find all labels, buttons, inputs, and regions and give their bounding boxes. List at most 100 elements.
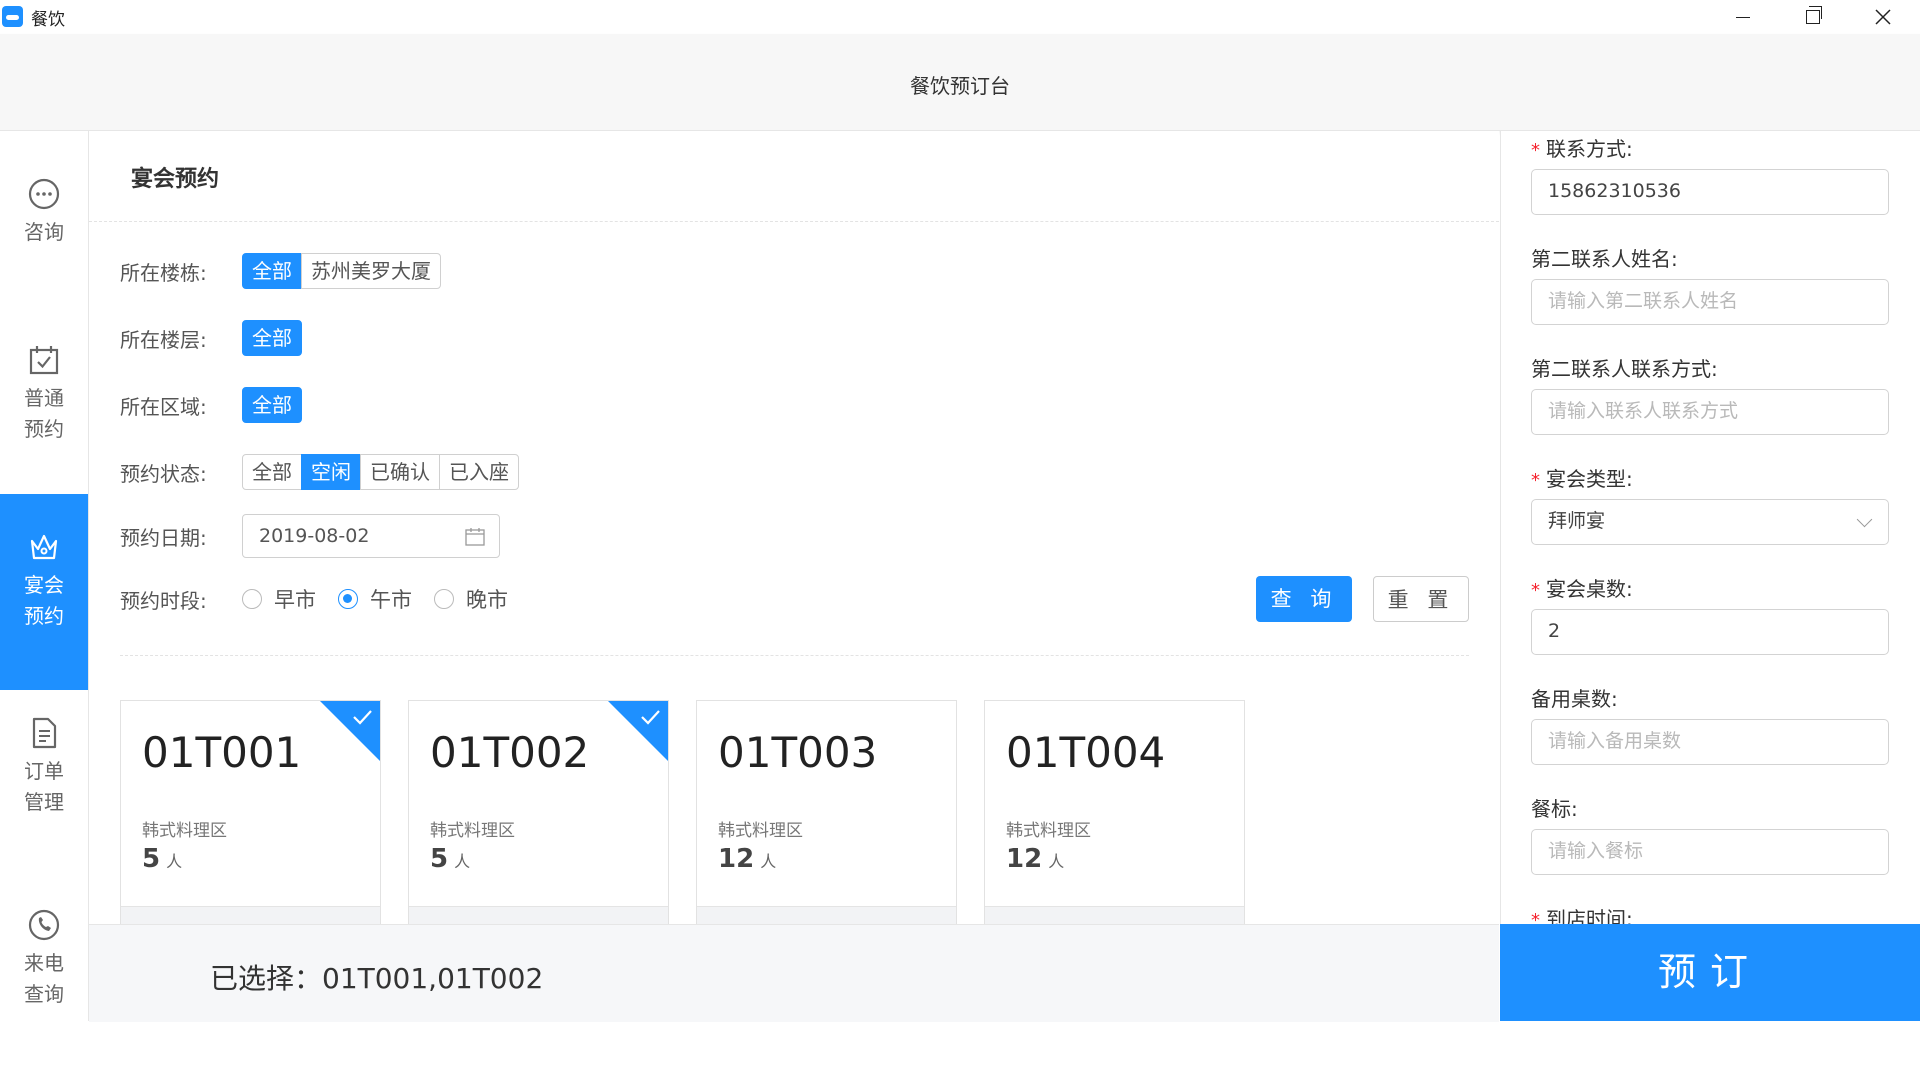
table-count-label: * 宴会桌数: — [1531, 573, 1633, 602]
filter-date: 预约日期: 2019-08-02 — [120, 514, 500, 558]
second-contact-input[interactable]: 请输入联系人联系方式 — [1531, 389, 1889, 435]
meal-standard-label: 餐标: — [1531, 797, 1578, 821]
radio-button-selected[interactable] — [338, 589, 358, 609]
contact-input[interactable]: 15862310536 — [1531, 169, 1889, 215]
calendar-check-icon — [29, 346, 59, 375]
table-code: 01T003 — [718, 728, 878, 777]
sidebar-item-label: 宴会预约 — [24, 573, 64, 628]
close-icon — [1875, 9, 1891, 25]
date-picker[interactable]: 2019-08-02 — [242, 514, 500, 558]
floor-option-all[interactable]: 全部 — [242, 320, 302, 356]
status-option-seated[interactable]: 已入座 — [439, 454, 519, 490]
filter-label: 预约时段: — [120, 588, 207, 613]
second-contact-label: 第二联系人联系方式: — [1531, 357, 1718, 381]
table-area: 韩式料理区 — [142, 821, 227, 841]
window-titlebar: 餐饮 — [0, 0, 1920, 34]
table-card[interactable]: 01T002 韩式料理区 5人 — [408, 700, 669, 932]
restore-button[interactable] — [1790, 0, 1836, 34]
selected-check-icon — [320, 701, 380, 761]
sidebar-item-order-management[interactable]: 订单管理 — [0, 690, 88, 886]
status-option-free[interactable]: 空闲 — [301, 454, 361, 490]
table-card[interactable]: 01T003 韩式料理区 12 人 — [696, 700, 957, 932]
selected-check-icon — [608, 701, 668, 761]
radio-label: 早市 — [274, 588, 316, 612]
close-button[interactable] — [1860, 0, 1906, 34]
phone-icon — [28, 909, 60, 941]
period-radio-morning[interactable]: 早市 — [242, 584, 316, 614]
arrival-time-label: * 到店时间: — [1531, 903, 1633, 924]
zone-options: 全部 — [242, 387, 302, 423]
table-code: 01T001 — [142, 728, 302, 777]
required-mark: * — [1531, 910, 1540, 924]
banquet-type-label: * 宴会类型: — [1531, 463, 1633, 492]
table-card[interactable]: 01T001 韩式料理区 5人 — [120, 700, 381, 932]
table-count-input[interactable]: 2 — [1531, 609, 1889, 655]
capacity-unit: 人 — [454, 852, 471, 871]
radio-label: 午市 — [370, 588, 412, 612]
table-capacity: 12 人 — [1006, 844, 1064, 874]
table-capacity: 5人 — [142, 844, 182, 874]
table-area: 韩式料理区 — [718, 821, 803, 841]
radio-button[interactable] — [434, 589, 454, 609]
filter-label: 预约状态: — [120, 461, 207, 486]
sidebar-item-label: 普通预约 — [24, 386, 64, 441]
page-title: 餐饮预订台 — [910, 74, 1010, 98]
banquet-type-select[interactable]: 拜师宴 — [1531, 499, 1889, 545]
second-name-label: 第二联系人姓名: — [1531, 247, 1678, 271]
zone-option-all[interactable]: 全部 — [242, 387, 302, 423]
filter-label: 预约日期: — [120, 525, 207, 550]
capacity-unit: 人 — [166, 852, 183, 871]
sidebar-item-banquet-booking[interactable]: 宴会预约 — [0, 494, 88, 690]
required-mark: * — [1531, 140, 1540, 161]
capacity-value: 12 — [718, 844, 755, 874]
table-capacity: 5人 — [430, 844, 470, 874]
sidebar: 咨询 普通预约 宴会预约 订单管理 来电查询 — [0, 131, 89, 1021]
building-option-meiluo[interactable]: 苏州美罗大厦 — [301, 253, 441, 289]
document-icon — [32, 717, 57, 749]
sidebar-item-label: 订单管理 — [24, 759, 64, 814]
app-logo-icon — [2, 6, 23, 27]
sidebar-item-label: 来电查询 — [24, 951, 64, 1006]
label-text: 到店时间: — [1546, 907, 1633, 924]
query-button[interactable]: 查 询 — [1256, 576, 1352, 622]
capacity-unit: 人 — [1048, 852, 1065, 871]
filter-label: 所在楼层: — [120, 327, 207, 352]
status-options: 全部 空闲 已确认 已入座 — [242, 454, 519, 490]
table-code: 01T002 — [430, 728, 590, 777]
radio-label: 晚市 — [466, 588, 508, 612]
filter-label: 所在楼栋: — [120, 260, 207, 285]
required-mark: * — [1531, 470, 1540, 491]
period-radio-evening[interactable]: 晚市 — [434, 584, 508, 614]
sidebar-item-call-query[interactable]: 来电查询 — [0, 883, 88, 1079]
divider — [89, 221, 1499, 222]
reset-button[interactable]: 重 置 — [1373, 576, 1469, 622]
chat-icon — [28, 178, 60, 210]
status-option-all[interactable]: 全部 — [242, 454, 302, 490]
contact-label: * 联系方式: — [1531, 133, 1633, 162]
period-radio-noon[interactable]: 午市 — [338, 584, 412, 614]
meal-standard-input[interactable]: 请输入餐标 — [1531, 829, 1889, 875]
table-card[interactable]: 01T004 韩式料理区 12 人 — [984, 700, 1245, 932]
label-text: 宴会桌数: — [1546, 577, 1633, 601]
floor-options: 全部 — [242, 320, 302, 356]
book-button[interactable]: 预订 — [1500, 924, 1920, 1021]
required-mark: * — [1531, 580, 1540, 601]
date-value: 2019-08-02 — [259, 525, 370, 547]
app-header: 餐饮预订台 — [0, 34, 1920, 131]
spare-tables-input[interactable]: 请输入备用桌数 — [1531, 719, 1889, 765]
table-capacity: 12 人 — [718, 844, 776, 874]
capacity-value: 12 — [1006, 844, 1043, 874]
selected-tables-text: 已选择：01T001,01T002 — [210, 962, 544, 995]
main-content: 宴会预约 所在楼栋: 全部 苏州美罗大厦 所在楼层: 全部 所在区域: 全部 预… — [89, 131, 1499, 932]
building-option-all[interactable]: 全部 — [242, 253, 302, 289]
capacity-unit: 人 — [760, 852, 777, 871]
status-option-confirmed[interactable]: 已确认 — [360, 454, 440, 490]
sidebar-item-consult[interactable]: 咨询 — [0, 131, 88, 327]
minimize-button[interactable] — [1720, 0, 1766, 34]
radio-button[interactable] — [242, 589, 262, 609]
label-text: 联系方式: — [1546, 137, 1633, 161]
spare-tables-label: 备用桌数: — [1531, 687, 1618, 711]
filter-floor: 所在楼层: 全部 — [120, 320, 302, 356]
divider — [120, 655, 1469, 656]
second-name-input[interactable]: 请输入第二联系人姓名 — [1531, 279, 1889, 325]
